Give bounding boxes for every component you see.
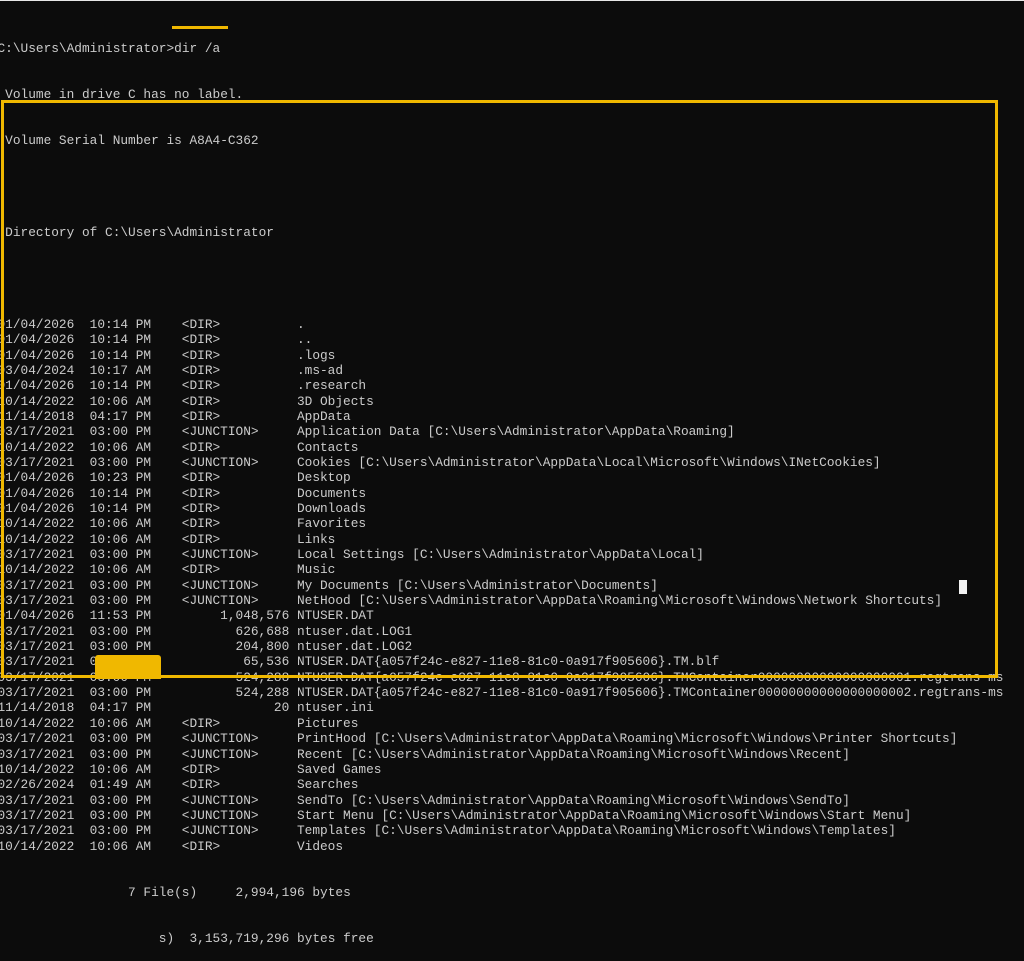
directory-entry: 03/17/202103:00 PM<JUNCTION>SendTo [C:\U… (0, 793, 1024, 808)
entry-type: <DIR> (182, 762, 297, 777)
entry-time: 03:00 PM (90, 731, 182, 746)
directory-entry: 03/17/202103:00 PM<JUNCTION>PrintHood [C… (0, 731, 1024, 746)
command-line: C:\Users\Administrator>dir /a (0, 41, 1024, 56)
entry-date: 02/26/2024 (0, 777, 90, 792)
directory-entry: 10/14/202210:06 AM<DIR>Videos (0, 839, 1024, 854)
entry-time: 01:49 AM (90, 777, 182, 792)
entry-date: 03/17/2021 (0, 747, 90, 762)
entry-date: 03/17/2021 (0, 731, 90, 746)
entry-type: <DIR> (182, 839, 297, 854)
entry-name: Templates [C:\Users\Administrator\AppDat… (297, 823, 896, 838)
entry-type: <DIR> (182, 716, 297, 731)
entry-time: 03:00 PM (90, 808, 182, 823)
entry-time: 03:00 PM (90, 747, 182, 762)
window-top-edge (0, 0, 1024, 1)
entry-name: Searches (297, 777, 358, 792)
entry-type: <JUNCTION> (182, 731, 297, 746)
entry-date: 03/17/2021 (0, 793, 90, 808)
text-cursor (959, 580, 967, 594)
entry-name: Start Menu [C:\Users\Administrator\AppDa… (297, 808, 911, 823)
entry-time: 04:17 PM (90, 700, 182, 715)
entry-name: Recent [C:\Users\Administrator\AppData\R… (297, 747, 850, 762)
entry-time: 10:06 AM (90, 716, 182, 731)
directory-entry: 10/14/202210:06 AM<DIR>Saved Games (0, 762, 1024, 777)
entry-time: 03:00 PM (90, 793, 182, 808)
entry-size: 524,288 (182, 685, 290, 700)
directory-entry: 02/26/202401:49 AM<DIR>Searches (0, 777, 1024, 792)
entry-date: 10/14/2022 (0, 762, 90, 777)
entry-date: 03/17/2021 (0, 685, 90, 700)
entry-name: ntuser.ini (297, 700, 374, 715)
entry-type: <JUNCTION> (182, 808, 297, 823)
entry-name: SendTo [C:\Users\Administrator\AppData\R… (297, 793, 850, 808)
directory-entry: 03/17/202103:00 PM<JUNCTION>Start Menu [… (0, 808, 1024, 823)
entry-name: PrintHood [C:\Users\Administrator\AppDat… (297, 731, 957, 746)
entry-time: 10:06 AM (90, 839, 182, 854)
directory-entry: 11/14/201804:17 PM20 ntuser.ini (0, 700, 1024, 715)
entry-type: <JUNCTION> (182, 747, 297, 762)
entry-type: <DIR> (182, 777, 297, 792)
command-underline-annotation (172, 26, 228, 29)
entry-time: 10:06 AM (90, 762, 182, 777)
entry-name: Videos (297, 839, 343, 854)
files-summary: 7 File(s) 2,994,196 bytes (0, 885, 1024, 900)
entry-type: <JUNCTION> (182, 823, 297, 838)
redaction-block (95, 655, 161, 679)
dirs-summary: s) 3,153,719,296 bytes free (0, 931, 1024, 946)
prompt: C:\Users\Administrator> (0, 41, 174, 56)
entry-size: 20 (182, 700, 290, 715)
entry-time: 03:00 PM (90, 685, 182, 700)
entry-name: Pictures (297, 716, 358, 731)
command: dir /a (174, 41, 220, 56)
entry-date: 03/17/2021 (0, 823, 90, 838)
listing-highlight-box (1, 100, 998, 678)
entry-date: 03/17/2021 (0, 808, 90, 823)
directory-entry: 03/17/202103:00 PM524,288 NTUSER.DAT{a057… (0, 685, 1024, 700)
directory-entry: 03/17/202103:00 PM<JUNCTION>Templates [C… (0, 823, 1024, 838)
entry-type: <JUNCTION> (182, 793, 297, 808)
entry-time: 03:00 PM (90, 823, 182, 838)
entry-name: Saved Games (297, 762, 381, 777)
entry-name: NTUSER.DAT{a057f24c-e827-11e8-81c0-0a917… (297, 685, 1004, 700)
entry-date: 10/14/2022 (0, 716, 90, 731)
entry-date: 10/14/2022 (0, 839, 90, 854)
directory-entry: 03/17/202103:00 PM<JUNCTION>Recent [C:\U… (0, 747, 1024, 762)
entry-date: 11/14/2018 (0, 700, 90, 715)
directory-entry: 10/14/202210:06 AM<DIR>Pictures (0, 716, 1024, 731)
